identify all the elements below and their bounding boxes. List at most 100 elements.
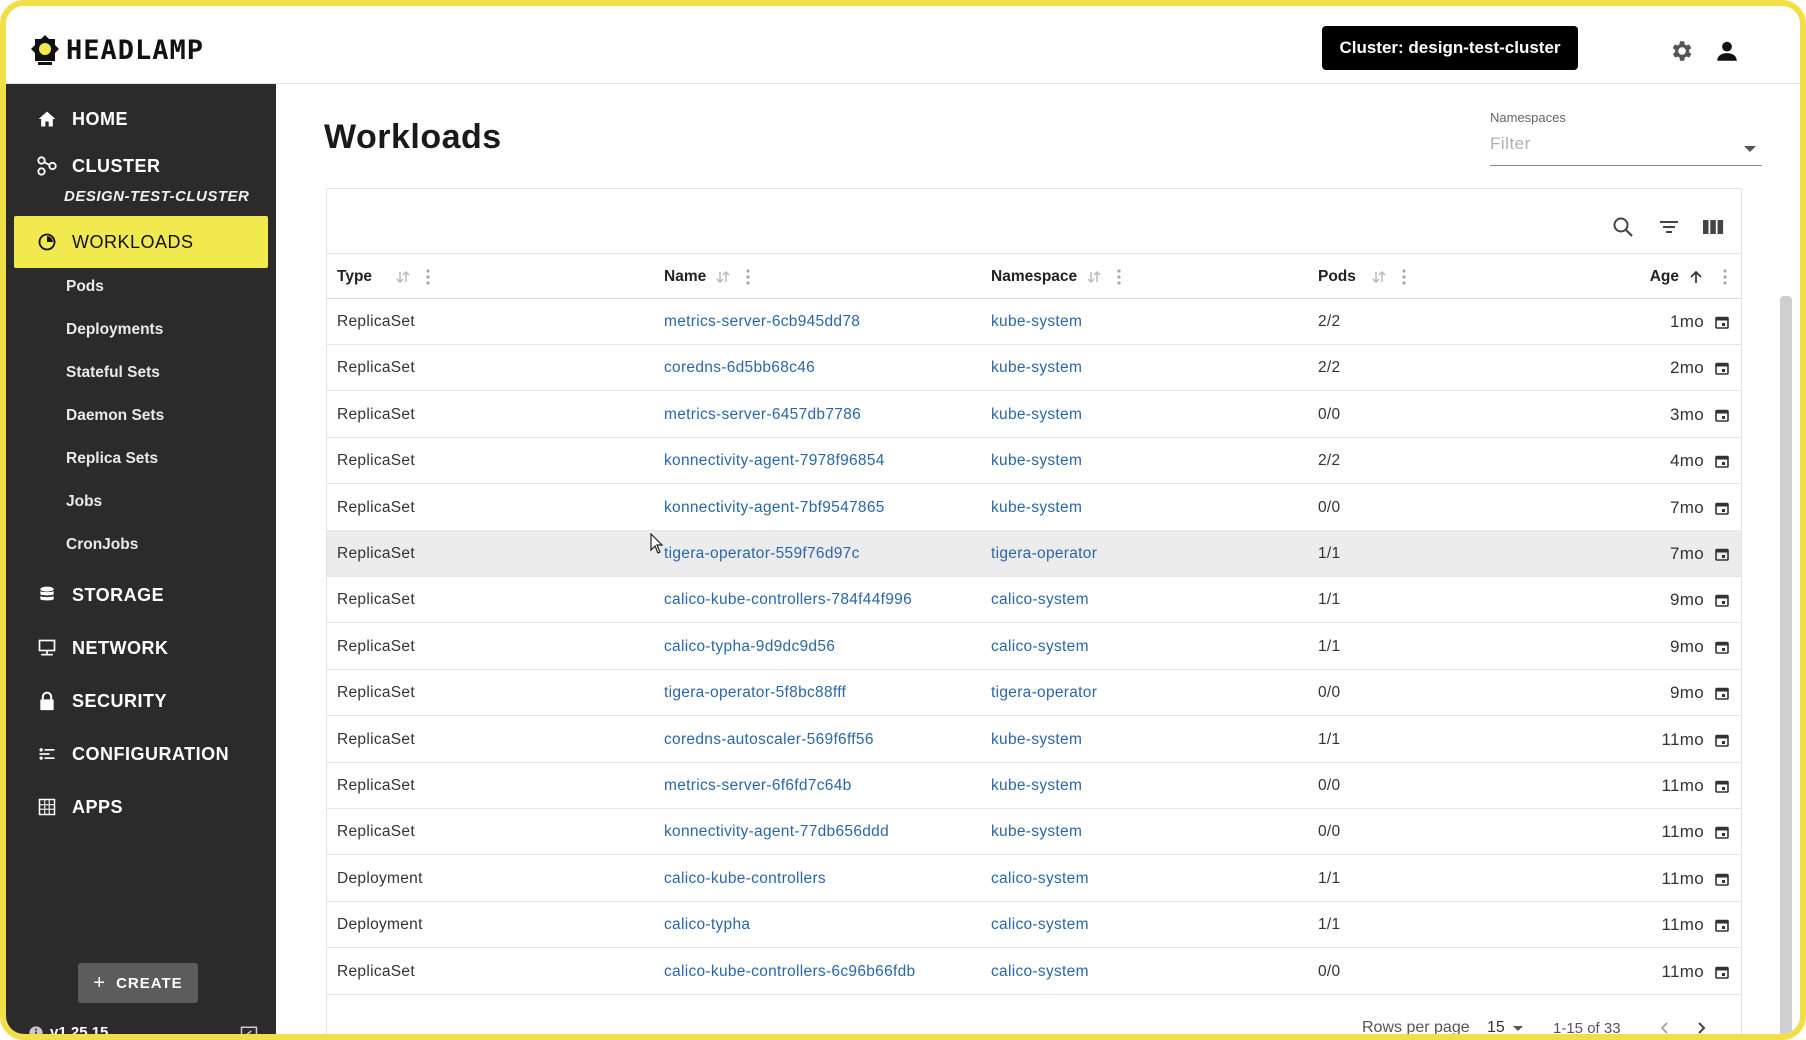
name-link[interactable]: calico-typha-9d9dc9d56: [664, 624, 835, 670]
name-link[interactable]: calico-kube-controllers: [664, 856, 826, 902]
table-row[interactable]: ReplicaSet konnectivity-agent-77db656ddd k…: [327, 809, 1741, 856]
sidebar-item-network[interactable]: NETWORK: [14, 623, 268, 673]
pods-cell: 0/0: [1318, 392, 1340, 438]
sidebar-item-storage[interactable]: STORAGE: [14, 570, 268, 620]
namespace-link[interactable]: calico-system: [991, 577, 1089, 623]
namespaces-filter[interactable]: Namespaces Filter: [1490, 110, 1762, 166]
sidebar-item-apps[interactable]: APPS: [14, 782, 268, 832]
namespace-link[interactable]: tigera-operator: [991, 531, 1097, 577]
name-link[interactable]: metrics-server-6cb945dd78: [664, 299, 860, 345]
sidebar-item-cronjobs[interactable]: CronJobs: [66, 536, 138, 554]
column-menu-icon[interactable]: [746, 269, 750, 285]
name-link[interactable]: coredns-autoscaler-569f6ff56: [664, 717, 874, 763]
page-scrollbar[interactable]: [1780, 296, 1792, 1034]
table-row[interactable]: ReplicaSet tigera-operator-5f8bc88fff tige…: [327, 670, 1741, 717]
type-cell: ReplicaSet: [337, 345, 415, 391]
column-header-type[interactable]: Type: [337, 254, 430, 300]
table-row[interactable]: ReplicaSet tigera-operator-559f76d97c tige…: [327, 531, 1741, 577]
table-row[interactable]: ReplicaSet calico-typha-9d9dc9d56 calico-s…: [327, 624, 1741, 670]
sidebar-item-daemon-sets[interactable]: Daemon Sets: [66, 407, 164, 425]
create-button-label: CREATE: [116, 974, 183, 992]
filter-icon[interactable]: [1657, 215, 1681, 239]
rows-per-page-select[interactable]: 15: [1487, 1005, 1523, 1034]
table-row[interactable]: ReplicaSet coredns-autoscaler-569f6ff56 ku…: [327, 717, 1741, 763]
table-row[interactable]: ReplicaSet calico-kube-controllers-6c96b6…: [327, 949, 1741, 995]
sidebar-item-cluster[interactable]: CLUSTER: [14, 146, 268, 186]
namespace-link[interactable]: kube-system: [991, 717, 1082, 763]
name-link[interactable]: konnectivity-agent-77db656ddd: [664, 809, 889, 855]
arrow-up-icon[interactable]: [1689, 270, 1703, 284]
chevron-left-icon[interactable]: [1657, 1020, 1673, 1036]
namespaces-input[interactable]: Filter: [1490, 134, 1531, 154]
namespace-link[interactable]: kube-system: [991, 763, 1082, 809]
name-link[interactable]: metrics-server-6457db7786: [664, 392, 861, 438]
column-header-pods[interactable]: Pods: [1318, 254, 1406, 300]
sidebar-item-workloads[interactable]: WORKLOADS: [14, 216, 268, 268]
cell-text: calico-system: [991, 591, 1089, 609]
sidebar-item-pods[interactable]: Pods: [66, 278, 104, 296]
info-icon: [29, 1025, 43, 1034]
table-row[interactable]: ReplicaSet metrics-server-6f6fd7c64b kube-…: [327, 763, 1741, 809]
name-link[interactable]: tigera-operator-559f76d97c: [664, 531, 860, 577]
column-menu-icon[interactable]: [426, 269, 430, 285]
namespace-link[interactable]: kube-system: [991, 299, 1082, 345]
sidebar-item-deployments[interactable]: Deployments: [66, 321, 163, 339]
sidebar-item-security[interactable]: SECURITY: [14, 676, 268, 726]
sidebar-item-stateful-sets[interactable]: Stateful Sets: [66, 364, 160, 382]
cell-text: 11mo: [1661, 868, 1704, 888]
table-row[interactable]: ReplicaSet konnectivity-agent-7978f96854 k…: [327, 438, 1741, 485]
cluster-selector-button[interactable]: Cluster: design-test-cluster: [1322, 26, 1578, 70]
sidebar-item-jobs[interactable]: Jobs: [66, 493, 102, 511]
sidebar-item-configuration[interactable]: CONFIGURATION: [14, 729, 268, 779]
table-row[interactable]: Deployment calico-typha calico-system 1/1 11…: [327, 902, 1741, 949]
name-link[interactable]: calico-kube-controllers-6c96b66fdb: [664, 949, 915, 995]
table-row[interactable]: ReplicaSet calico-kube-controllers-784f44…: [327, 577, 1741, 624]
name-link[interactable]: calico-kube-controllers-784f44f996: [664, 577, 912, 623]
namespace-link[interactable]: kube-system: [991, 809, 1082, 855]
table-row[interactable]: ReplicaSet metrics-server-6457db7786 kube-…: [327, 392, 1741, 438]
namespace-link[interactable]: kube-system: [991, 392, 1082, 438]
columns-icon[interactable]: [1701, 215, 1725, 239]
namespace-link[interactable]: kube-system: [991, 345, 1082, 391]
chevron-right-icon[interactable]: [1693, 1020, 1709, 1036]
name-link[interactable]: coredns-6d5bb68c46: [664, 345, 815, 391]
namespace-link[interactable]: kube-system: [991, 438, 1082, 484]
namespace-link[interactable]: kube-system: [991, 485, 1082, 531]
sort-icon[interactable]: [1372, 270, 1386, 284]
sort-icon[interactable]: [1087, 270, 1101, 284]
column-header-namespace[interactable]: Namespace: [991, 254, 1121, 300]
column-menu-icon[interactable]: [1117, 269, 1121, 285]
name-link[interactable]: konnectivity-agent-7978f96854: [664, 438, 885, 484]
namespace-link[interactable]: calico-system: [991, 856, 1089, 902]
table-row[interactable]: Deployment calico-kube-controllers calico-…: [327, 856, 1741, 902]
name-link[interactable]: tigera-operator-5f8bc88fff: [664, 670, 846, 716]
create-button[interactable]: + CREATE: [78, 963, 198, 1003]
table-row[interactable]: ReplicaSet coredns-6d5bb68c46 kube-system 2…: [327, 345, 1741, 392]
namespace-link[interactable]: calico-system: [991, 902, 1089, 948]
search-icon[interactable]: [1611, 215, 1635, 239]
sort-icon[interactable]: [716, 270, 730, 284]
table-row[interactable]: ReplicaSet konnectivity-agent-7bf9547865 k…: [327, 485, 1741, 531]
sort-icon[interactable]: [396, 270, 410, 284]
headlamp-logo[interactable]: HEADLAMP: [30, 32, 204, 68]
column-label: Age: [1649, 268, 1679, 285]
namespace-link[interactable]: calico-system: [991, 624, 1089, 670]
collapse-sidebar-icon[interactable]: [240, 1025, 258, 1040]
user-icon[interactable]: [1714, 38, 1740, 64]
namespace-link[interactable]: calico-system: [991, 949, 1089, 995]
name-link[interactable]: calico-typha: [664, 902, 750, 948]
column-header-age[interactable]: Age: [1650, 254, 1727, 300]
name-link[interactable]: metrics-server-6f6fd7c64b: [664, 763, 852, 809]
name-link[interactable]: konnectivity-agent-7bf9547865: [664, 485, 885, 531]
column-header-name[interactable]: Name: [664, 254, 750, 300]
gear-icon[interactable]: [1668, 38, 1694, 64]
table-row[interactable]: ReplicaSet metrics-server-6cb945dd78 kube-…: [327, 299, 1741, 345]
column-menu-icon[interactable]: [1402, 269, 1406, 285]
namespace-link[interactable]: tigera-operator: [991, 670, 1097, 716]
chevron-down-icon[interactable]: [1744, 146, 1756, 152]
cell-text: kube-system: [991, 730, 1083, 748]
sidebar-item-home[interactable]: HOME: [14, 94, 268, 144]
column-menu-icon[interactable]: [1723, 269, 1727, 285]
cell-text: 1/1: [1318, 869, 1341, 887]
sidebar-item-replica-sets[interactable]: Replica Sets: [66, 450, 158, 468]
